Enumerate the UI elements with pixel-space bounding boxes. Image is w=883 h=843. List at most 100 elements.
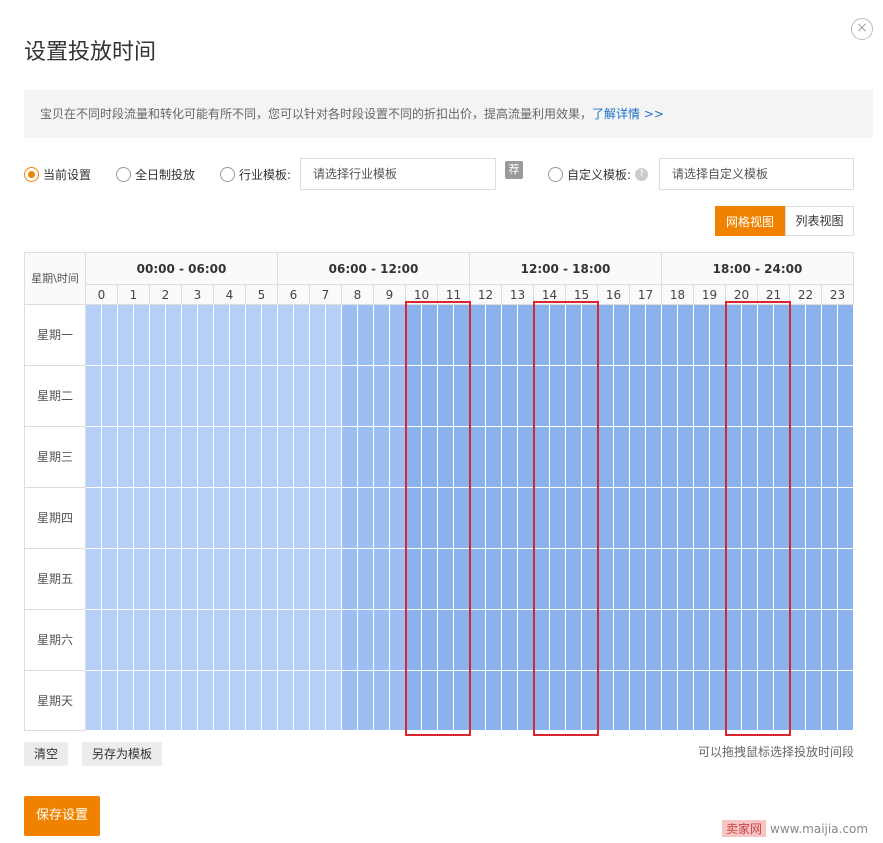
time-slot-cell[interactable] [278,488,294,549]
time-slot-cell[interactable] [134,488,150,549]
time-slot-cell[interactable] [134,671,150,731]
time-slot-cell[interactable] [86,671,102,731]
time-slot-cell[interactable] [342,488,358,549]
time-slot-cell[interactable] [198,549,214,610]
hour-header[interactable]: 0 [86,285,118,305]
time-slot-cell[interactable] [230,610,246,671]
time-slot-cell[interactable] [838,427,854,488]
time-slot-cell[interactable] [278,671,294,731]
time-slot-cell[interactable] [150,671,166,731]
time-slot-cell[interactable] [806,305,822,366]
time-slot-cell[interactable] [278,305,294,366]
time-slot-cell[interactable] [262,549,278,610]
time-slot-cell[interactable] [502,549,518,610]
time-slot-cell[interactable] [358,488,374,549]
hour-header[interactable]: 3 [182,285,214,305]
hour-header[interactable]: 23 [822,285,854,305]
time-slot-cell[interactable] [342,549,358,610]
time-slot-cell[interactable] [518,610,534,671]
time-slot-cell[interactable] [710,305,726,366]
time-slot-cell[interactable] [326,366,342,427]
time-slot-cell[interactable] [102,671,118,731]
time-slot-cell[interactable] [278,427,294,488]
time-slot-cell[interactable] [262,427,278,488]
time-slot-cell[interactable] [134,427,150,488]
hour-header[interactable]: 5 [246,285,278,305]
time-slot-cell[interactable] [182,427,198,488]
time-slot-cell[interactable] [214,366,230,427]
custom-template-select[interactable]: 请选择自定义模板 [659,158,854,190]
radio-industry-template[interactable]: 行业模板: [220,166,291,183]
time-slot-cell[interactable] [694,427,710,488]
time-slot-cell[interactable] [838,305,854,366]
hour-header[interactable]: 22 [790,285,822,305]
hour-header[interactable]: 7 [310,285,342,305]
day-label[interactable]: 星期三 [25,427,86,488]
time-slot-cell[interactable] [806,427,822,488]
time-slot-cell[interactable] [518,427,534,488]
time-slot-cell[interactable] [790,427,806,488]
time-slot-cell[interactable] [182,610,198,671]
time-slot-cell[interactable] [662,549,678,610]
time-slot-cell[interactable] [486,549,502,610]
help-icon[interactable]: ? [635,168,649,181]
time-slot-cell[interactable] [358,671,374,731]
time-slot-cell[interactable] [166,366,182,427]
time-slot-cell[interactable] [310,671,326,731]
radio-custom-template[interactable]: 自定义模板: ? [548,166,649,183]
time-slot-cell[interactable] [294,427,310,488]
time-slot-cell[interactable] [614,549,630,610]
time-slot-cell[interactable] [214,427,230,488]
time-slot-cell[interactable] [822,671,838,731]
time-slot-cell[interactable] [646,610,662,671]
time-slot-cell[interactable] [150,427,166,488]
day-label[interactable]: 星期六 [25,610,86,671]
day-label[interactable]: 星期四 [25,488,86,549]
time-slot-cell[interactable] [134,610,150,671]
time-slot-cell[interactable] [294,610,310,671]
time-slot-cell[interactable] [710,488,726,549]
time-slot-cell[interactable] [694,305,710,366]
time-slot-cell[interactable] [630,305,646,366]
time-slot-cell[interactable] [86,305,102,366]
time-slot-cell[interactable] [326,610,342,671]
time-slot-cell[interactable] [694,366,710,427]
time-slot-cell[interactable] [694,671,710,731]
time-slot-cell[interactable] [102,427,118,488]
time-slot-cell[interactable] [710,610,726,671]
time-slot-cell[interactable] [710,671,726,731]
time-slot-cell[interactable] [374,305,390,366]
time-slot-cell[interactable] [230,427,246,488]
time-slot-cell[interactable] [662,427,678,488]
time-slot-cell[interactable] [486,610,502,671]
time-slot-cell[interactable] [390,366,406,427]
time-slot-cell[interactable] [102,366,118,427]
day-label[interactable]: 星期五 [25,549,86,610]
time-slot-cell[interactable] [278,549,294,610]
time-slot-cell[interactable] [214,305,230,366]
time-slot-cell[interactable] [278,610,294,671]
time-slot-cell[interactable] [662,488,678,549]
time-slot-cell[interactable] [502,366,518,427]
time-slot-cell[interactable] [326,305,342,366]
time-slot-cell[interactable] [518,549,534,610]
time-slot-cell[interactable] [518,305,534,366]
save-as-template-button[interactable]: 另存为模板 [82,742,162,766]
day-label[interactable]: 星期二 [25,366,86,427]
time-slot-cell[interactable] [790,549,806,610]
time-slot-cell[interactable] [150,366,166,427]
time-slot-cell[interactable] [710,549,726,610]
time-slot-cell[interactable] [246,671,262,731]
time-slot-cell[interactable] [518,488,534,549]
time-slot-cell[interactable] [390,671,406,731]
day-label[interactable]: 星期一 [25,305,86,366]
time-slot-cell[interactable] [262,488,278,549]
time-slot-cell[interactable] [182,549,198,610]
save-settings-button[interactable]: 保存设置 [24,796,100,836]
hour-header[interactable]: 12 [470,285,502,305]
time-slot-cell[interactable] [614,488,630,549]
time-slot-cell[interactable] [806,671,822,731]
time-slot-cell[interactable] [134,549,150,610]
time-slot-cell[interactable] [646,305,662,366]
time-slot-cell[interactable] [358,610,374,671]
